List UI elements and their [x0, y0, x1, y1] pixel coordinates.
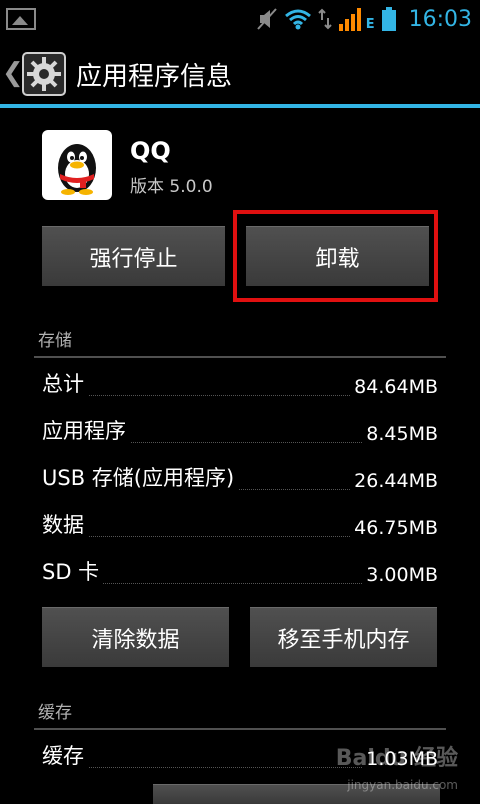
row-value: 3.00MB [362, 564, 438, 586]
storage-section-title: 存储 [38, 331, 72, 351]
row-label: 缓存 [42, 740, 88, 770]
page-title: 应用程序信息 [76, 62, 233, 92]
qq-penguin-icon [42, 130, 112, 200]
status-icons: E 16:03 [256, 0, 472, 38]
storage-row-usb: USB 存储(应用程序) 26.44MB [42, 460, 438, 500]
watermark-url: jingyan.baidu.com [347, 778, 458, 792]
row-value: 84.64MB [350, 376, 438, 398]
status-bar: E 16:03 [0, 0, 480, 38]
row-label: 应用程序 [42, 415, 130, 445]
row-label: 总计 [42, 368, 88, 398]
row-label: SD 卡 [42, 556, 104, 586]
row-value: 8.45MB [362, 423, 438, 445]
row-value: 26.44MB [350, 470, 438, 492]
row-label: 数据 [42, 509, 88, 539]
storage-row-app: 应用程序 8.45MB [42, 413, 438, 453]
cache-divider [34, 728, 446, 730]
mute-icon [256, 8, 277, 30]
storage-row-sd: SD 卡 3.00MB [42, 554, 438, 594]
network-type: E [365, 17, 375, 32]
annotation-highlight-box [233, 210, 438, 302]
data-arrows-icon [317, 8, 332, 30]
storage-divider [34, 356, 446, 358]
row-value: 46.75MB [350, 517, 438, 539]
wifi-icon [284, 9, 311, 30]
cache-section-title: 缓存 [38, 703, 72, 723]
picture-icon [6, 8, 36, 30]
storage-row-data: 数据 46.75MB [42, 507, 438, 547]
clear-data-button[interactable]: 清除数据 [42, 607, 229, 667]
battery-icon [381, 7, 396, 31]
settings-gear-icon[interactable] [22, 52, 66, 96]
signal-icon [338, 8, 361, 31]
storage-row-total: 总计 84.64MB [42, 366, 438, 406]
app-name: QQ [130, 137, 171, 165]
clock: 16:03 [408, 6, 472, 32]
force-stop-button[interactable]: 强行停止 [42, 226, 225, 286]
move-to-phone-button[interactable]: 移至手机内存 [250, 607, 437, 667]
app-version: 版本 5.0.0 [130, 177, 213, 197]
watermark: Baidu 经验 [335, 746, 458, 771]
title-divider [0, 104, 480, 108]
row-label: USB 存储(应用程序) [42, 462, 239, 492]
back-chevron-icon[interactable]: ❮ [2, 58, 24, 88]
action-bar: ❮ 应用程序信息 [0, 38, 480, 108]
